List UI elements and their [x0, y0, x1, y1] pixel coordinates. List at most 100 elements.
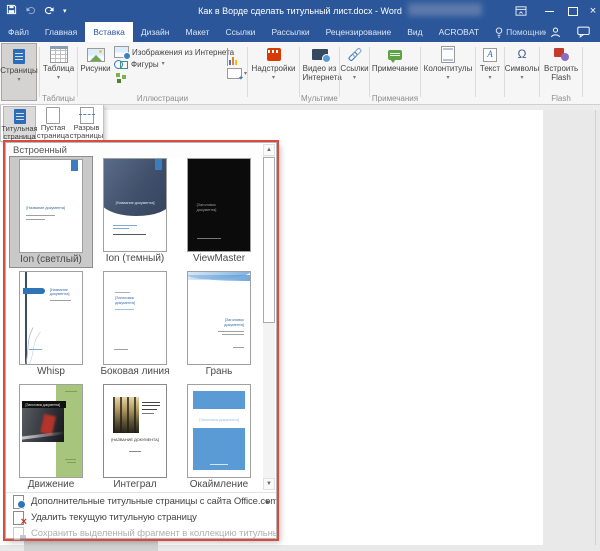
ribbon-group-tables: Таблица ▾ Таблицы	[41, 42, 76, 104]
gallery-scrollbar[interactable]: ▲ ▼	[263, 144, 275, 490]
tab-review[interactable]: Рецензирование	[318, 22, 400, 42]
chart-button[interactable]	[227, 48, 228, 66]
cover-title: Интеграл	[113, 479, 157, 490]
delete-cover-page-icon	[12, 510, 27, 525]
blank-page-icon	[46, 107, 60, 124]
smartart-button[interactable]	[114, 70, 234, 82]
cover-title: ViewMaster	[192, 253, 246, 264]
group-separator	[247, 47, 248, 97]
gallery-item-sideline[interactable]: [Заголовок документа] Боковая линия	[93, 269, 177, 381]
menu-remove-cover-page[interactable]: Удалить текущую титульную страницу	[6, 509, 276, 525]
gallery-item-integral[interactable]: [НАЗВАНИЕ ДОКУМЕНТА] Интеграл	[93, 382, 177, 494]
quick-access-toolbar: ▾	[6, 4, 67, 18]
header-footer-button[interactable]: Колонтитулы ▾	[422, 42, 474, 81]
maximize-button[interactable]	[562, 0, 584, 22]
cover-thumbnail: [Заголовок документа]	[187, 158, 251, 252]
thumb-art-line	[217, 330, 244, 332]
scroll-down-icon: ▼	[266, 481, 272, 487]
cover-page-menu-button[interactable]: Титульная страница	[1, 106, 38, 141]
pictures-button[interactable]: Рисунки	[79, 42, 112, 74]
hyperlink-icon	[348, 49, 362, 61]
links-button[interactable]: Ссылки ▾	[340, 42, 368, 81]
group-separator	[420, 47, 421, 97]
page-break-icon	[78, 107, 95, 124]
thumb-art-line	[209, 464, 229, 466]
thumb-placeholder-text: [НАЗВАНИЕ ДОКУМЕНТА]	[111, 437, 159, 443]
addins-button[interactable]: Надстройки ▾	[249, 42, 298, 81]
dropdown-caret-icon: ▾	[520, 74, 524, 81]
scroll-up-button[interactable]: ▲	[263, 144, 275, 156]
comments-icon[interactable]	[572, 22, 594, 42]
scroll-down-button[interactable]: ▼	[263, 478, 275, 490]
tab-home[interactable]: Главная	[37, 22, 85, 42]
cover-title: Ion (темный)	[105, 253, 165, 264]
embed-flash-label: Встроить Flash	[544, 64, 579, 82]
save-icon[interactable]	[6, 2, 17, 20]
cover-page-label: Титульная страница	[1, 124, 38, 141]
pages-dropdown-panel: Титульная страница Пустая страница Разры…	[0, 105, 104, 142]
tab-view[interactable]: Вид	[399, 22, 430, 42]
account-icon[interactable]	[544, 22, 566, 42]
customize-qat-icon[interactable]: ▾	[63, 7, 67, 15]
dropdown-caret-icon: ▾	[352, 74, 356, 81]
group-separator	[475, 47, 476, 97]
scrollbar-thumb[interactable]	[263, 157, 275, 323]
gallery-item-ion-light[interactable]: [Название документа] Ion (светлый)	[9, 156, 93, 268]
thumb-accent	[23, 287, 46, 295]
group-separator	[369, 47, 370, 97]
thumb-art-line	[64, 458, 76, 460]
pages-button[interactable]: Страницы ▾	[0, 43, 38, 101]
menu-more-cover-pages[interactable]: Дополнительные титульные страницы с сайт…	[6, 493, 276, 509]
online-video-label: Видео из Интернета	[302, 64, 342, 82]
status-bar-fragment	[24, 541, 158, 551]
screenshot-icon	[227, 68, 243, 82]
blank-page-button[interactable]: Пустая страница	[37, 106, 69, 140]
tab-references[interactable]: Ссылки	[218, 22, 264, 42]
comment-button[interactable]: Примечание	[371, 42, 419, 74]
thumb-placeholder-text: [Заголовок документа]	[115, 294, 135, 305]
page-break-button[interactable]: Разрыв страницы	[70, 106, 103, 140]
ribbon-group-header-footer: Колонтитулы ▾	[422, 42, 474, 104]
gallery-item-motion[interactable]: [Заголовок документа] Движение	[9, 382, 93, 494]
shapes-button[interactable]: Фигуры ▾	[114, 58, 234, 70]
dropdown-caret-icon: ▾	[17, 76, 21, 83]
tab-mailings[interactable]: Рассылки	[263, 22, 317, 42]
online-pictures-label: Изображения из Интернета	[132, 47, 235, 57]
group-separator	[77, 47, 78, 97]
embed-flash-button[interactable]: Встроить Flash	[541, 42, 581, 82]
undo-icon[interactable]	[25, 2, 36, 20]
thumb-placeholder-text: [Заголовок документа]	[25, 402, 60, 407]
tab-insert[interactable]: Вставка	[85, 22, 133, 42]
redo-icon[interactable]	[44, 2, 55, 20]
table-button[interactable]: Таблица ▾	[41, 42, 76, 81]
thumb-art-line	[196, 238, 222, 240]
online-pictures-button[interactable]: Изображения из Интернета	[114, 46, 235, 60]
tab-design[interactable]: Дизайн	[133, 22, 178, 42]
gallery-item-ion-dark[interactable]: [Название документа] Ion (темный)	[93, 156, 177, 268]
gallery-item-facet[interactable]: [Заголовок документа] Грань	[177, 269, 261, 381]
thumb-accent	[188, 274, 250, 282]
screenshot-button[interactable]: ▾	[227, 68, 247, 82]
close-button[interactable]: ×	[586, 0, 600, 22]
gallery-item-viewmaster[interactable]: [Заголовок документа] ViewMaster	[177, 156, 261, 268]
ribbon-display-options-icon[interactable]	[510, 0, 532, 22]
symbols-button[interactable]: Ω Символы ▾	[505, 42, 540, 81]
thumb-accent	[155, 159, 163, 171]
tab-acrobat[interactable]: ACROBAT	[431, 22, 487, 42]
online-video-button[interactable]: Видео из Интернета	[301, 42, 342, 82]
gallery-item-whisp[interactable]: [Название документа] Whisp	[9, 269, 93, 381]
thumb-placeholder-text: [Название документа]	[115, 200, 155, 206]
group-separator	[39, 47, 40, 97]
thumb-art-line	[115, 308, 134, 310]
table-button-label: Таблица	[42, 64, 75, 73]
gallery-item-bordered[interactable]: [Заголовок документа] Окаймление	[177, 382, 261, 494]
cover-thumbnail: [Заголовок документа]	[19, 384, 83, 478]
group-separator	[299, 47, 300, 97]
text-button[interactable]: A Текст ▾	[477, 42, 503, 81]
thumb-art-line	[113, 228, 130, 229]
minimize-button[interactable]	[538, 0, 560, 22]
window-right-edge	[595, 110, 596, 551]
scroll-up-icon: ▲	[266, 147, 272, 153]
tab-file[interactable]: Файл	[0, 22, 37, 42]
tab-layout[interactable]: Макет	[177, 22, 217, 42]
